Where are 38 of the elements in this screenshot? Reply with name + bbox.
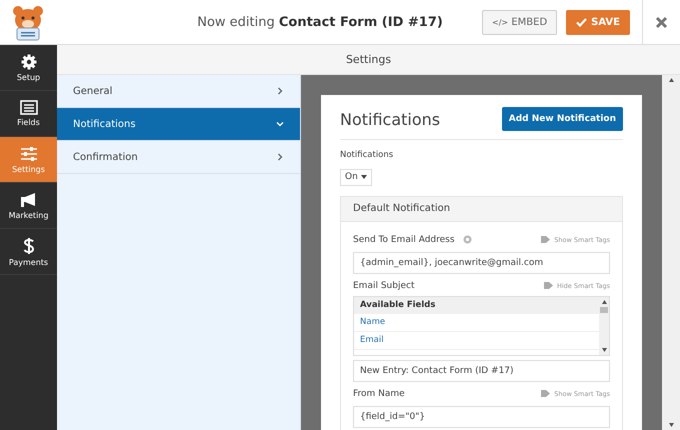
form-title: Now editing Contact Form (ID #17) [196,14,444,30]
add-notification-button[interactable]: Add New Notification [502,107,623,131]
chevron-right-icon [276,87,284,95]
tag-icon [541,236,550,243]
scrollbar[interactable] [599,296,609,354]
text-input[interactable]: {field_id="0"} [353,406,610,428]
text-input[interactable]: {admin_email}, joecanwrite@gmail.com [353,252,610,274]
tag-icon [541,390,550,397]
list-heading: Available Fields [354,296,599,314]
notification-title: Default Notification [341,196,622,222]
close-icon[interactable] [655,16,668,28]
smart-tag-item[interactable]: Name [354,314,599,332]
field-label: Email Subject [353,280,414,290]
notifications-dropdown[interactable]: On [340,168,372,186]
settings-menu-item[interactable]: Notifications [57,108,300,141]
dropdown-arrow-icon [360,175,367,179]
scrollbar[interactable] [662,75,680,430]
field-label: Notifications [340,150,394,160]
text-input[interactable]: New Entry: Contact Form (ID #17) [353,360,610,382]
dollar-icon [22,236,34,254]
tag-icon [544,282,553,289]
field-label: From Name [353,388,405,398]
chevron-right-icon [276,153,284,161]
sliders-icon [20,146,38,162]
chevron-down-icon [276,120,284,128]
gear-icon [20,54,36,70]
scroll-down-icon[interactable] [602,348,606,352]
list-icon [20,100,38,115]
embed-button[interactable]: </> EMBED [482,10,558,34]
panel-title: Notifications [340,110,440,128]
scroll-thumb[interactable] [600,306,608,312]
field-label: Send To Email Address [353,234,455,244]
section-title: Settings [57,45,680,75]
scroll-up-icon[interactable] [602,300,606,304]
scroll-down-icon[interactable] [668,423,674,427]
scroll-up-icon[interactable] [668,78,674,82]
checkmark-icon [576,18,588,26]
smart-tag-item[interactable]: Email [354,332,599,350]
